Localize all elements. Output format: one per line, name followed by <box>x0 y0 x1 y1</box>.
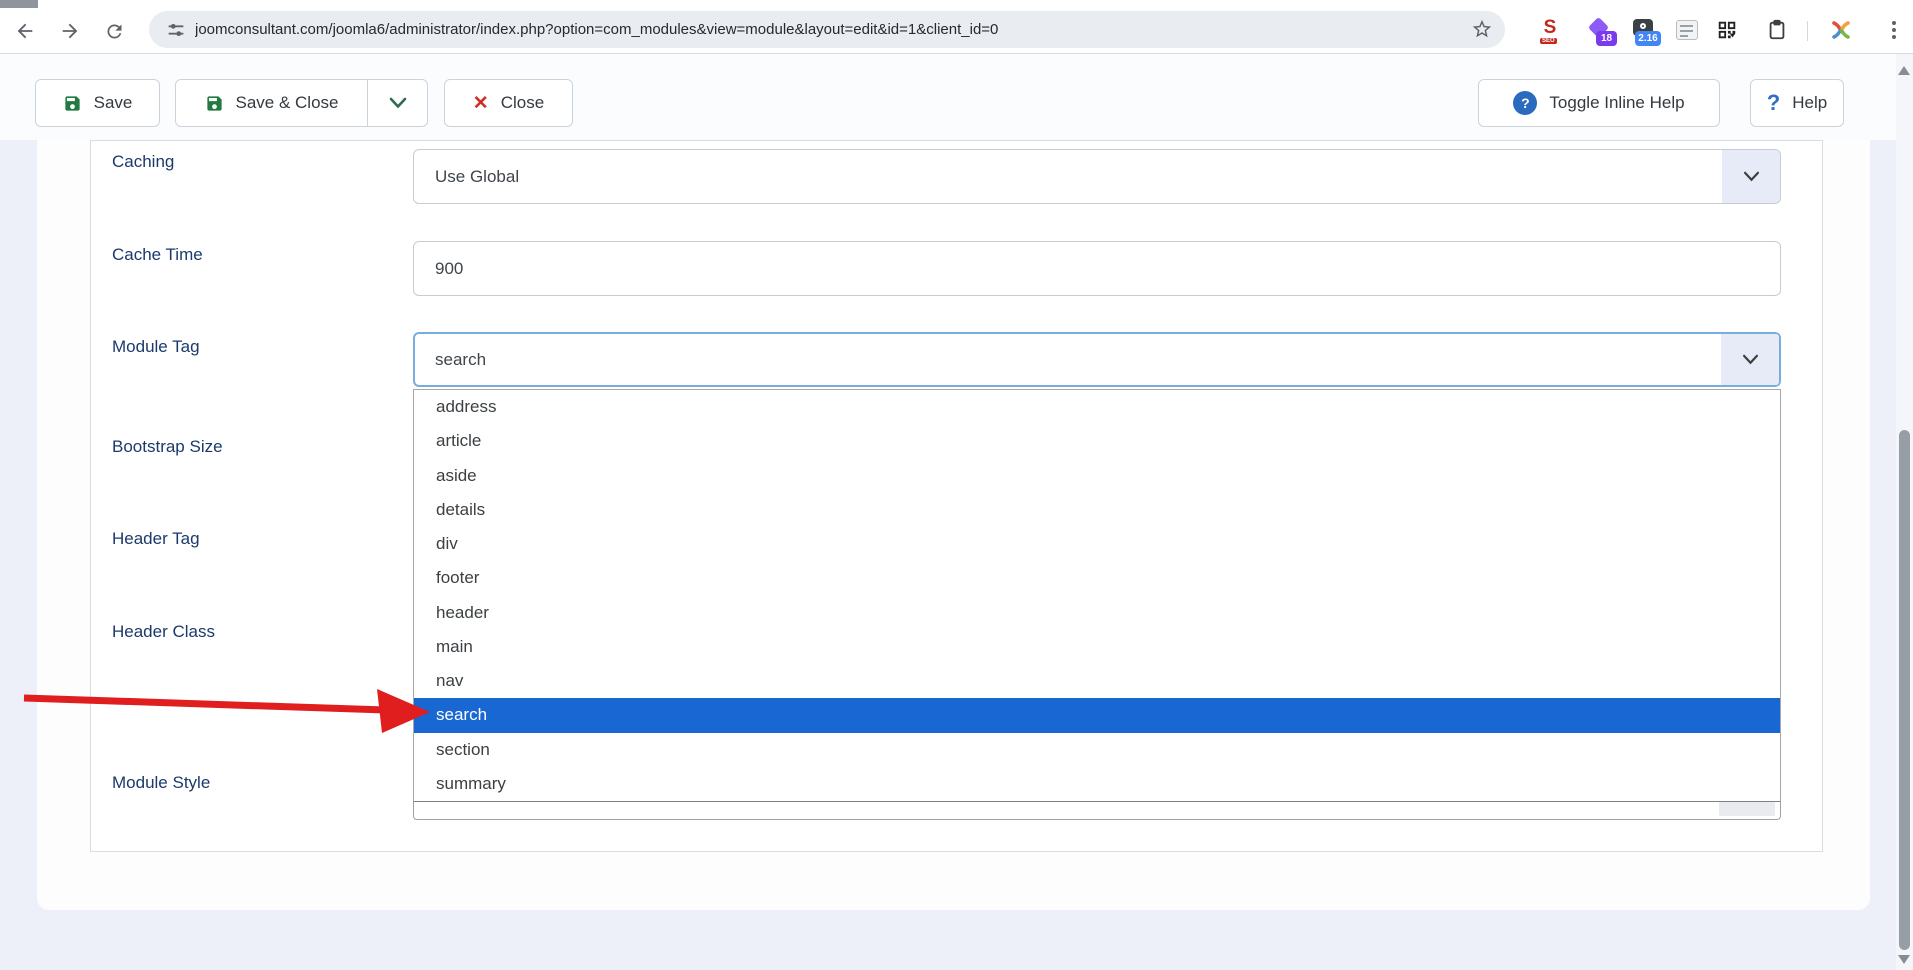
dropdown-option-summary[interactable]: summary <box>414 767 1780 801</box>
joomla-toolbar: Save Save & Close ✕ Close ? Toggle Inlin… <box>0 54 1913 140</box>
module-tag-select[interactable]: search <box>413 332 1781 387</box>
header-tag-label: Header Tag <box>112 529 200 548</box>
toggle-inline-help-label: Toggle Inline Help <box>1549 93 1685 112</box>
save-icon <box>206 95 222 111</box>
cache-time-input[interactable] <box>413 241 1781 296</box>
seo-extension-icon[interactable]: S SEO <box>1537 17 1563 44</box>
close-button[interactable]: ✕ Close <box>444 79 573 127</box>
module-tag-label: Module Tag <box>112 337 200 356</box>
qr-code-extension-icon[interactable] <box>1714 17 1740 43</box>
close-x-icon: ✕ <box>472 92 489 114</box>
extension-badge: 18 <box>1596 31 1617 46</box>
browser-toolbar: joomconsultant.com/joomla6/administrator… <box>0 8 1913 54</box>
dropdown-option-aside[interactable]: aside <box>414 459 1780 493</box>
dropdown-option-nav[interactable]: nav <box>414 664 1780 698</box>
cache-time-label: Cache Time <box>112 245 203 264</box>
close-label: Close <box>500 93 545 112</box>
dropdown-option-div[interactable]: div <box>414 527 1780 561</box>
toolbar-separator <box>1807 21 1808 41</box>
notes-extension-icon[interactable] <box>1674 17 1700 43</box>
help-label: Help <box>1792 93 1828 112</box>
extension-badge: 2.16 <box>1635 31 1661 46</box>
site-info-icon[interactable] <box>165 19 187 41</box>
url-text[interactable]: joomconsultant.com/joomla6/administrator… <box>195 21 998 38</box>
back-button[interactable] <box>12 18 38 44</box>
question-mark-icon: ? <box>1766 90 1781 115</box>
browser-menu-button[interactable] <box>1881 17 1907 43</box>
scroll-down-arrow-icon[interactable] <box>1898 955 1910 964</box>
scroll-up-arrow-icon[interactable] <box>1898 66 1910 75</box>
camera-extension-icon[interactable]: 2.16 <box>1630 17 1661 46</box>
dropdown-option-article[interactable]: article <box>414 424 1780 458</box>
dropdown-option-main[interactable]: main <box>414 630 1780 664</box>
save-button[interactable]: Save <box>35 79 160 127</box>
select-cap <box>1722 150 1780 203</box>
header-class-label: Header Class <box>112 622 215 641</box>
address-bar[interactable]: joomconsultant.com/joomla6/administrator… <box>149 11 1505 48</box>
dropdown-option-address[interactable]: address <box>414 390 1780 424</box>
toggle-inline-help-button[interactable]: ? Toggle Inline Help <box>1478 79 1720 127</box>
dropdown-option-search-selected[interactable]: search <box>414 698 1780 733</box>
help-circle-icon: ? <box>1513 91 1538 115</box>
caching-select[interactable]: Use Global <box>413 149 1781 204</box>
browser-tab-strip <box>0 0 1913 8</box>
reload-button[interactable] <box>101 18 127 44</box>
dropdown-option-details[interactable]: details <box>414 493 1780 527</box>
clipboard-extension-icon[interactable] <box>1764 17 1790 43</box>
forward-button[interactable] <box>57 18 83 44</box>
dropdown-option-section[interactable]: section <box>414 733 1780 767</box>
dropdown-option-header[interactable]: header <box>414 596 1780 630</box>
window-edge <box>0 0 38 8</box>
save-options-dropdown-toggle[interactable] <box>367 80 427 126</box>
caching-label: Caching <box>112 152 175 171</box>
caching-select-value: Use Global <box>435 166 520 186</box>
scrollbar-thumb[interactable] <box>1899 430 1910 950</box>
forward-icon <box>62 23 78 39</box>
page-scrollbar[interactable] <box>1896 54 1913 970</box>
kebab-menu-icon <box>1892 21 1896 39</box>
bootstrap-size-label: Bootstrap Size <box>112 437 223 456</box>
save-and-close-button[interactable]: Save & Close <box>175 79 428 127</box>
save-icon <box>65 95 80 111</box>
chevron-down-icon <box>1743 171 1759 182</box>
reload-icon <box>106 24 121 38</box>
select-cap <box>1721 334 1779 385</box>
screen: joomconsultant.com/joomla6/administrator… <box>0 0 1913 970</box>
dropdown-option-footer[interactable]: footer <box>414 561 1780 595</box>
chevron-down-icon <box>1742 354 1758 365</box>
module-tag-dropdown-list: address article aside details div footer… <box>413 389 1781 802</box>
help-button[interactable]: ? Help <box>1750 79 1844 127</box>
chevron-down-icon <box>389 97 406 109</box>
module-style-label: Module Style <box>112 773 211 792</box>
module-tag-select-value: search <box>435 349 487 369</box>
joomla-extension-icon[interactable] <box>1828 17 1854 43</box>
save-label: Save <box>93 93 133 112</box>
purple-extension-icon[interactable]: 18 <box>1586 16 1617 46</box>
bookmark-star-icon[interactable] <box>1471 18 1493 40</box>
save-and-close-label: Save & Close <box>235 93 339 112</box>
back-icon <box>17 23 33 39</box>
